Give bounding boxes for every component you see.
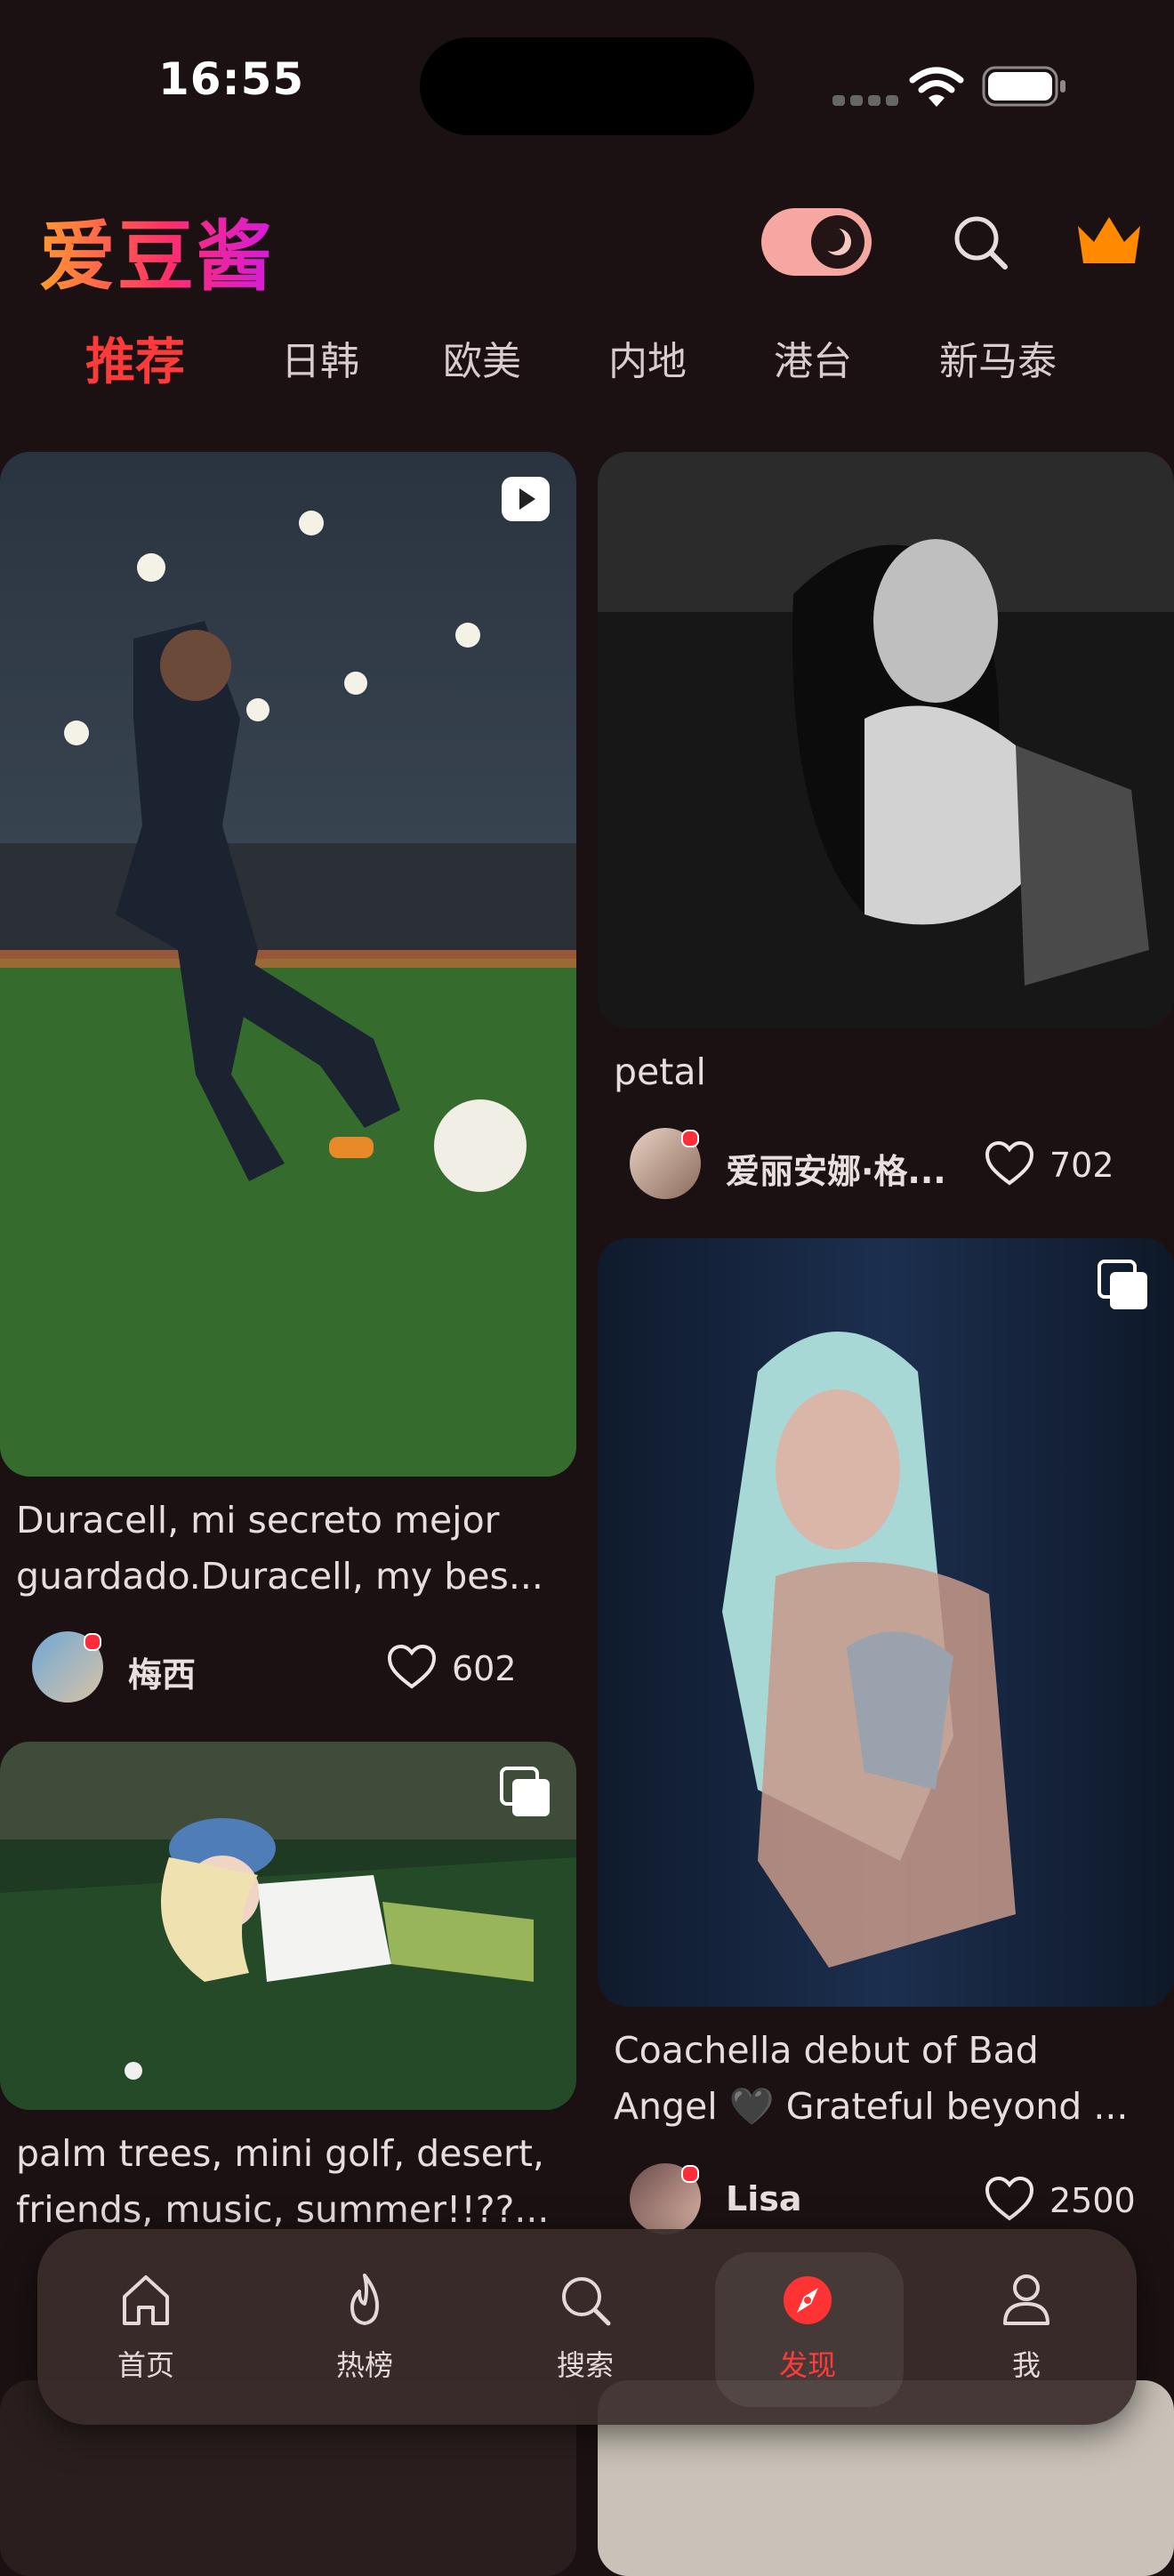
like-count: 2500 — [1049, 2181, 1136, 2220]
avatar[interactable] — [630, 1128, 701, 1199]
tab-mainland[interactable]: 内地 — [608, 329, 687, 386]
tab-hktw[interactable]: 港台 — [774, 329, 852, 386]
post-author-row: 爱丽安娜·格... 702 — [598, 1128, 1174, 1208]
crown-icon[interactable] — [1074, 212, 1144, 267]
battery-icon — [982, 66, 1065, 107]
like-count: 702 — [1049, 1146, 1114, 1185]
status-time: 16:55 — [158, 53, 305, 105]
compass-icon — [784, 2276, 832, 2324]
nav-discover[interactable]: 发现 — [719, 2229, 897, 2425]
heart-icon[interactable] — [386, 1644, 438, 1690]
heart-icon[interactable] — [984, 2176, 1035, 2222]
heart-icon[interactable] — [984, 1140, 1035, 1187]
post-image-messi[interactable] — [0, 452, 576, 1477]
search-icon[interactable] — [950, 212, 1012, 274]
post-caption: Duracell, mi secreto mejor — [16, 1499, 500, 1542]
dynamic-island — [420, 37, 754, 135]
post-caption: Coachella debut of Bad — [614, 2029, 1039, 2072]
app-logo: 爱豆酱 — [39, 194, 274, 305]
flame-icon — [350, 2274, 379, 2325]
post-caption: petal — [614, 1051, 706, 1093]
multi-image-icon — [1098, 1260, 1147, 1309]
post-caption: guardado.Duracell, my bes... — [16, 1555, 543, 1598]
profile-icon — [1003, 2274, 1049, 2325]
author-name[interactable]: 爱丽安娜·格... — [726, 1144, 984, 1193]
post-caption: palm trees, mini golf, desert, — [16, 2132, 544, 2175]
post-author-row: 梅西 602 — [0, 1631, 576, 1711]
post-image-ariana[interactable] — [598, 452, 1174, 1028]
post-image-lisa[interactable] — [598, 1238, 1174, 2007]
nav-home[interactable]: 首页 — [57, 2229, 235, 2425]
avatar[interactable] — [32, 1631, 103, 1703]
tab-jpkr[interactable]: 日韩 — [281, 329, 359, 386]
tab-west[interactable]: 欧美 — [443, 329, 521, 386]
post-caption: Angel 🖤 Grateful beyond ... — [614, 2085, 1129, 2128]
multi-image-icon — [500, 1767, 550, 1816]
nav-trending[interactable]: 热榜 — [276, 2229, 454, 2425]
nav-search[interactable]: 搜索 — [496, 2229, 674, 2425]
tab-sea[interactable]: 新马泰 — [939, 329, 1057, 386]
play-icon — [502, 477, 550, 521]
nav-label: 搜索 — [556, 2348, 614, 2382]
nav-label: 首页 — [117, 2348, 174, 2382]
search-icon — [562, 2277, 611, 2326]
author-name[interactable]: 梅西 — [128, 1647, 196, 1696]
home-icon — [123, 2275, 169, 2325]
post-image-rose[interactable] — [0, 1742, 576, 2110]
nav-label: 发现 — [778, 2348, 836, 2382]
bottom-nav: 首页 热榜 搜索 发现 我 — [37, 2229, 1137, 2425]
author-name[interactable]: Lisa — [726, 2179, 802, 2218]
avatar[interactable] — [630, 2163, 701, 2234]
nav-label: 我 — [1011, 2348, 1041, 2382]
nav-label: 热榜 — [335, 2348, 393, 2382]
cellular-signal-icon — [832, 93, 907, 106]
wifi-icon — [909, 67, 964, 107]
moon-icon — [811, 215, 864, 269]
category-tabs: 推荐 日韩 欧美 内地 港台 新马泰 — [0, 329, 1174, 400]
theme-toggle[interactable] — [761, 208, 872, 276]
like-count: 602 — [452, 1649, 517, 1688]
tab-recommend[interactable]: 推荐 — [85, 322, 185, 394]
nav-profile[interactable]: 我 — [937, 2229, 1115, 2425]
